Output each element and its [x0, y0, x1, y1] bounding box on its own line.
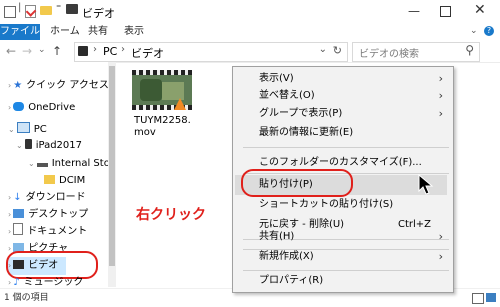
tablet-icon [24, 139, 32, 149]
search-box[interactable]: ビデオの検索 ⚲ [352, 42, 480, 62]
tab-home[interactable]: ホーム [50, 24, 80, 40]
cloud-icon [13, 102, 25, 111]
menu-item-new[interactable]: 新規作成(X) › [239, 247, 445, 267]
star-icon: ★ [13, 80, 23, 91]
help-icon[interactable]: ? [484, 26, 494, 36]
mouse-cursor-icon [418, 174, 434, 195]
app-icon [4, 6, 16, 18]
breadcrumb-pc[interactable]: PC [103, 45, 117, 58]
nav-item-dcim[interactable]: DCIM [44, 172, 85, 190]
expand-ribbon-icon[interactable]: ⌄ [470, 26, 478, 36]
submenu-arrow-icon: › [438, 230, 443, 243]
chevron-right-icon[interactable]: › [8, 193, 11, 202]
breadcrumb-chevron-icon[interactable]: › [93, 44, 97, 55]
nav-scrollbar-thumb[interactable] [109, 66, 115, 266]
video-folder-icon [66, 4, 78, 14]
chevron-right-icon[interactable]: › [8, 278, 11, 287]
search-placeholder: ビデオの検索 [359, 49, 419, 60]
back-arrow-icon[interactable]: ← [6, 44, 16, 58]
minimize-button[interactable]: — [408, 4, 420, 18]
address-dropdown-icon[interactable]: ⌄ [319, 44, 327, 55]
address-bar[interactable]: › PC › ビデオ ⌄ ↻ [74, 42, 348, 62]
submenu-arrow-icon: › [438, 250, 443, 263]
refresh-icon[interactable]: ↻ [333, 44, 342, 57]
large-icons-view-icon[interactable] [486, 293, 496, 302]
nav-item-internal-storage[interactable]: ⌄ Internal Stor [28, 155, 114, 173]
annotation-right-click: 右クリック [136, 207, 206, 223]
highlight-ring-paste [241, 169, 353, 197]
chevron-right-icon[interactable]: › [8, 210, 11, 219]
chevron-right-icon[interactable]: › [8, 227, 11, 236]
menu-item-share-label[interactable]: 共有(H) › [239, 227, 445, 247]
nav-item-onedrive[interactable]: › OneDrive [8, 99, 75, 117]
search-icon[interactable]: ⚲ [465, 43, 474, 57]
recent-dropdown-icon[interactable]: ⌄ [38, 45, 46, 55]
desktop-icon [13, 209, 25, 218]
document-icon [13, 223, 24, 235]
forward-arrow-icon[interactable]: → [22, 44, 32, 58]
menu-separator [243, 147, 449, 148]
tab-share[interactable]: 共有 [88, 24, 108, 40]
chevron-right-icon[interactable]: › [8, 81, 11, 90]
nav-item-documents[interactable]: › ドキュメント [8, 223, 87, 241]
vlc-cone-icon [174, 98, 186, 110]
music-icon: ♪ [13, 277, 20, 288]
menu-item-paste-shortcut[interactable]: ショートカットの貼り付け(S) [239, 195, 445, 215]
new-folder-icon[interactable] [40, 6, 52, 15]
tab-file[interactable]: ファイル [0, 24, 40, 40]
chevron-down-icon[interactable]: ⌄ [16, 141, 23, 150]
menu-item-properties[interactable]: プロパティ(R) [239, 271, 445, 291]
folder-icon [44, 175, 55, 184]
menu-item-group-by[interactable]: グループで表示(P) › [239, 104, 445, 124]
nav-item-music[interactable]: › ♪ ミュージック [8, 274, 83, 288]
window-title: ビデオ [82, 7, 115, 20]
drive-icon [36, 163, 48, 167]
file-item[interactable]: TUYM2258. mov [130, 68, 198, 144]
breadcrumb-video[interactable]: ビデオ [131, 45, 164, 61]
nav-item-desktop[interactable]: › デスクトップ [8, 206, 88, 224]
file-name: TUYM2258. mov [134, 115, 191, 138]
tab-view[interactable]: 表示 [124, 24, 144, 40]
video-location-icon [78, 46, 88, 56]
download-icon: ↓ [13, 192, 22, 203]
pc-icon [16, 122, 30, 133]
nav-item-ipad[interactable]: ⌄ iPad2017 [16, 137, 82, 155]
nav-item-quick-access[interactable]: › ★ クイック アクセス [8, 77, 109, 95]
nav-item-downloads[interactable]: › ↓ ダウンロード [8, 189, 86, 207]
submenu-arrow-icon: › [438, 107, 443, 120]
chevron-right-icon[interactable]: › [8, 103, 11, 112]
maximize-button[interactable] [440, 6, 451, 17]
menu-item-sort[interactable]: 並べ替え(O) › [239, 86, 445, 106]
quick-access-dropdown-icon[interactable]: ⁼ [56, 3, 61, 14]
chevron-down-icon[interactable]: ⌄ [8, 125, 15, 134]
menu-item-refresh[interactable]: 最新の情報に更新(E) [239, 123, 445, 143]
up-arrow-icon[interactable]: ↑ [52, 44, 62, 58]
details-view-icon[interactable] [472, 293, 484, 304]
item-count: 1 個の項目 [4, 293, 49, 303]
separator-icon: | [18, 2, 22, 13]
properties-icon[interactable] [25, 5, 37, 18]
chevron-down-icon[interactable]: ⌄ [28, 159, 35, 168]
breadcrumb-chevron-icon[interactable]: › [121, 44, 125, 55]
close-button[interactable]: ✕ [474, 2, 486, 18]
chevron-right-icon[interactable]: › [8, 244, 11, 253]
submenu-arrow-icon: › [438, 89, 443, 102]
